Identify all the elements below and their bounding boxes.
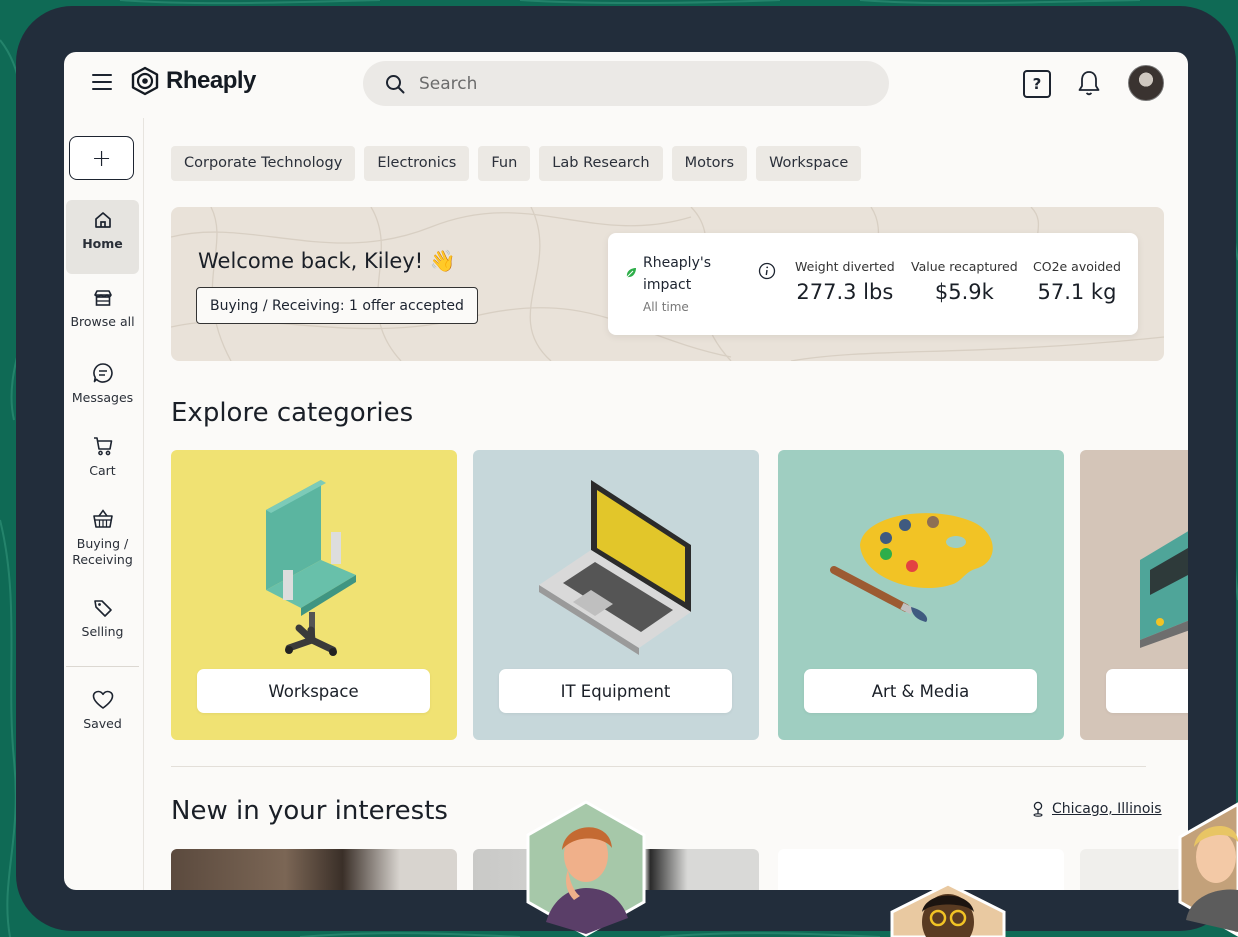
location-pin-icon xyxy=(1033,801,1043,817)
sidebar-item-label: Cart xyxy=(89,463,116,478)
chip-lab-research[interactable]: Lab Research xyxy=(539,146,663,181)
category-label: IT Equipment xyxy=(499,669,732,713)
sidebar-item-saved[interactable]: Saved xyxy=(66,680,139,732)
sidebar-item-cart[interactable]: Cart xyxy=(66,425,139,479)
stat-value: 277.3 lbs xyxy=(796,280,894,304)
stat-label: Weight diverted xyxy=(795,259,895,274)
sidebar-item-label: Browse all xyxy=(70,314,135,329)
floating-avatar-man-glasses xyxy=(890,882,1006,937)
explore-categories-title: Explore categories xyxy=(171,398,414,428)
location-link[interactable]: Chicago, Illinois xyxy=(1032,801,1162,817)
sidebar-item-label: Selling xyxy=(81,624,124,639)
stat-value-recaptured: Value recaptured $5.9k xyxy=(911,259,1018,304)
heart-icon xyxy=(92,690,113,709)
category-card-it-equipment[interactable]: IT Equipment xyxy=(473,450,759,740)
welcome-message: Welcome back, Kiley! 👋 xyxy=(198,249,457,273)
app-screen: Rheaply ? + Home xyxy=(64,52,1188,890)
category-chips: Corporate Technology Electronics Fun Lab… xyxy=(171,146,862,181)
product-card-thumbnail[interactable] xyxy=(1080,849,1188,890)
rheaply-logo-icon xyxy=(131,66,159,96)
category-card-workspace[interactable]: Workspace xyxy=(171,450,457,740)
cart-icon xyxy=(93,437,112,456)
app-name: Rheaply xyxy=(166,67,256,94)
storefront-icon xyxy=(93,290,112,306)
basket-icon xyxy=(92,509,113,528)
message-icon xyxy=(92,363,113,383)
welcome-banner: Welcome back, Kiley! 👋 Buying / Receivin… xyxy=(171,207,1164,361)
category-label: Workspace xyxy=(197,669,430,713)
category-card-partial[interactable] xyxy=(1080,450,1188,740)
chip-motors[interactable]: Motors xyxy=(671,146,748,181)
create-listing-button[interactable]: + xyxy=(69,136,134,180)
sidebar-item-browse-all[interactable]: Browse all xyxy=(66,278,139,330)
paint-palette-illustration xyxy=(830,513,993,622)
menu-icon[interactable] xyxy=(92,74,112,90)
floating-avatar-woman xyxy=(526,800,646,937)
sidebar-divider xyxy=(66,666,139,667)
stat-value: 57.1 kg xyxy=(1037,280,1117,304)
search-bar[interactable] xyxy=(363,61,889,106)
sidebar-item-label: Buying / Receiving xyxy=(72,536,133,567)
category-label xyxy=(1106,669,1188,713)
stat-label: Value recaptured xyxy=(911,259,1018,274)
search-input[interactable] xyxy=(419,73,819,94)
impact-title: Rheaply's impact xyxy=(643,255,711,293)
office-chair-illustration xyxy=(266,480,356,656)
sidebar-item-label: Saved xyxy=(83,716,122,731)
chip-electronics[interactable]: Electronics xyxy=(364,146,470,181)
sidebar-item-messages[interactable]: Messages xyxy=(66,352,139,406)
chip-fun[interactable]: Fun xyxy=(478,146,531,181)
logo[interactable]: Rheaply xyxy=(130,66,256,96)
stat-label: CO2e avoided xyxy=(1033,259,1121,274)
offer-status-button[interactable]: Buying / Receiving: 1 offer accepted xyxy=(196,287,478,324)
stat-weight-diverted: Weight diverted 277.3 lbs xyxy=(795,259,895,304)
sidebar: + Home Browse all Messages Cart Buying /… xyxy=(64,118,144,890)
laptop-illustration xyxy=(539,480,691,655)
category-card-art-media[interactable]: Art & Media xyxy=(778,450,1064,740)
sidebar-item-selling[interactable]: Selling xyxy=(66,588,139,640)
stat-co2e-avoided: CO2e avoided 57.1 kg xyxy=(1033,259,1121,304)
stat-value: $5.9k xyxy=(934,280,994,304)
impact-card: Rheaply's impact All time Weight diverte… xyxy=(608,233,1138,335)
notification-bell-icon[interactable] xyxy=(1077,69,1101,97)
sidebar-item-label: Home xyxy=(82,236,123,251)
top-bar: Rheaply ? xyxy=(64,52,1188,118)
home-icon xyxy=(94,212,111,228)
info-icon[interactable] xyxy=(758,262,776,280)
product-card-thumbnail[interactable] xyxy=(171,849,457,890)
section-divider xyxy=(171,766,1146,767)
vehicle-illustration xyxy=(1140,531,1188,648)
impact-period: All time xyxy=(643,300,689,314)
sidebar-item-label: Messages xyxy=(71,390,134,405)
sidebar-item-home[interactable]: Home xyxy=(66,200,139,274)
chip-corporate-technology[interactable]: Corporate Technology xyxy=(171,146,356,181)
leaf-icon xyxy=(626,268,636,278)
sidebar-item-buying-receiving[interactable]: Buying / Receiving xyxy=(66,498,139,568)
interests-title: New in your interests xyxy=(171,796,448,826)
location-text[interactable]: Chicago, Illinois xyxy=(1052,801,1162,817)
help-button[interactable]: ? xyxy=(1023,70,1051,98)
floating-avatar-man-blond xyxy=(1178,802,1238,937)
tag-icon xyxy=(93,600,112,617)
chip-workspace[interactable]: Workspace xyxy=(756,146,862,181)
search-icon xyxy=(386,74,405,93)
category-label: Art & Media xyxy=(804,669,1037,713)
user-avatar[interactable] xyxy=(1128,65,1164,101)
